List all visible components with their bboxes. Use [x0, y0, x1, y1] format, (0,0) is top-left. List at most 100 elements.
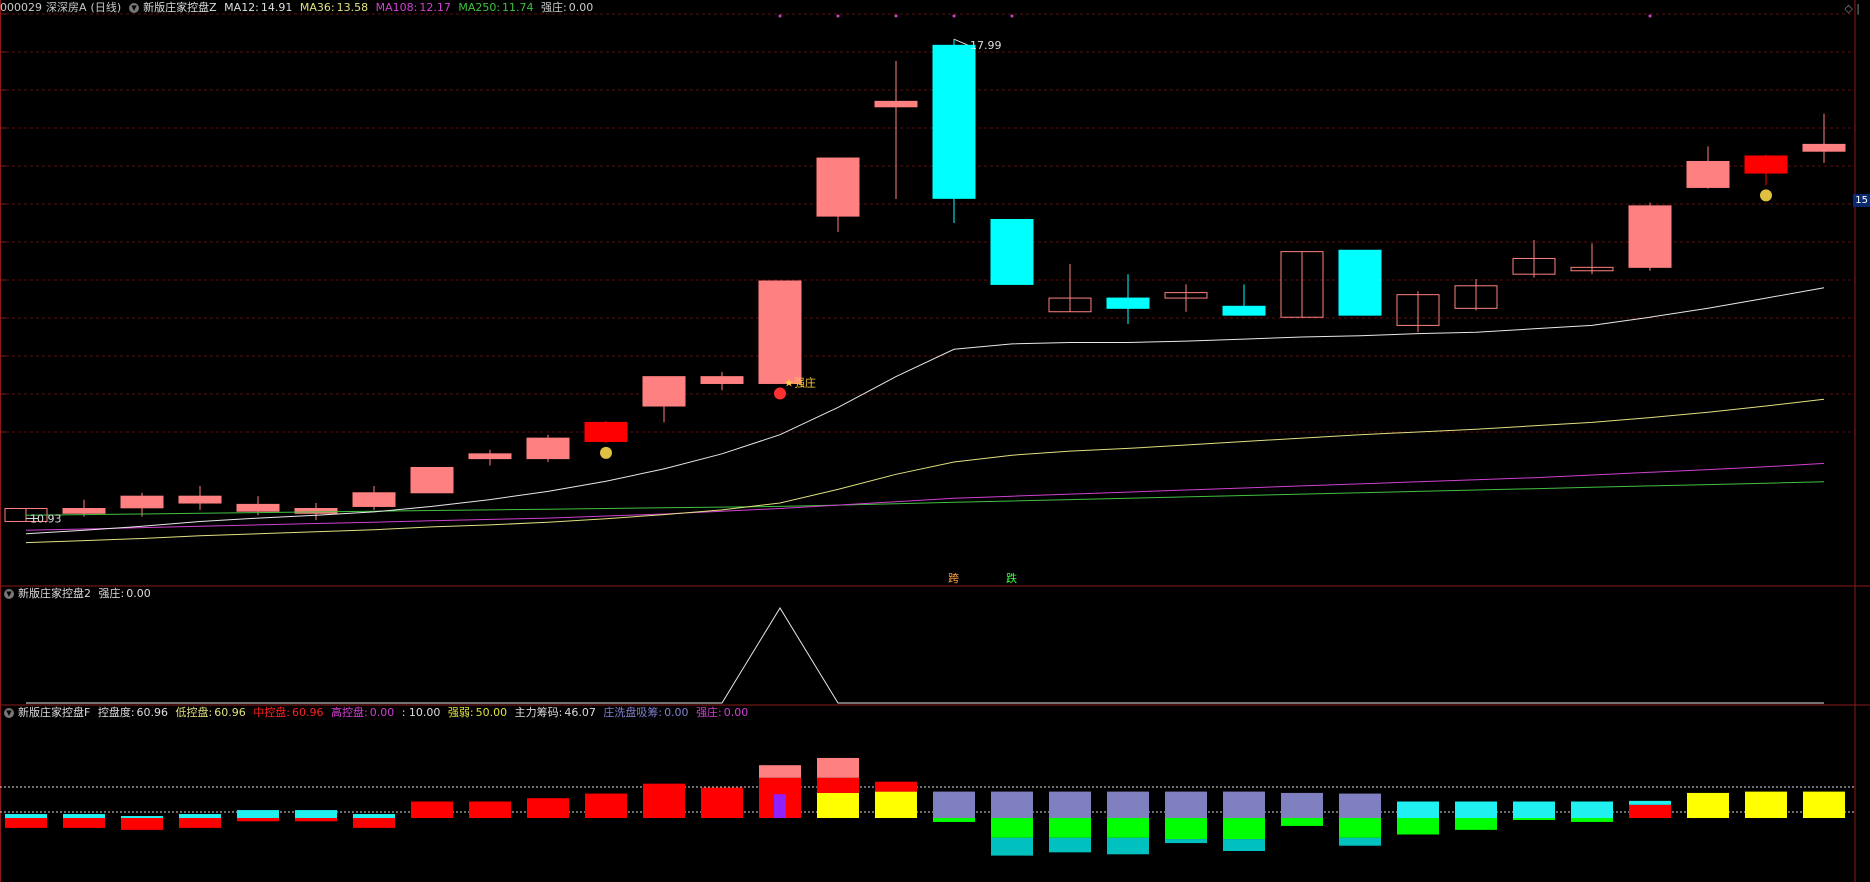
sub2-bar-segment: [933, 791, 975, 818]
sub2-bar-segment: [774, 794, 786, 818]
sub2-bar: [1513, 801, 1555, 820]
candle-body: [352, 492, 396, 507]
sub2-bar-segment: [1107, 818, 1149, 838]
sub2-bar-segment: [1745, 791, 1787, 818]
ma36-value: 13.58: [336, 1, 369, 14]
sub2-bar-segment: [1513, 818, 1555, 820]
qr-label: 强弱:: [447, 706, 474, 719]
sub2-indicator-name[interactable]: 新版庄家控盘F: [18, 706, 90, 719]
sub2-bar-segment: [933, 818, 975, 822]
sub2-bar: [759, 765, 801, 818]
candle: [1396, 291, 1440, 333]
collapse-icon[interactable]: ▼: [4, 589, 14, 599]
sub2-bar-segment: [527, 798, 569, 818]
sub2-bar-segment: [1455, 801, 1497, 818]
candle: [468, 449, 512, 466]
sub2-bar-segment: [759, 765, 801, 778]
ma36-line: [25, 398, 1825, 544]
sub2-bar-segment: [295, 818, 337, 822]
candle: [1048, 263, 1092, 313]
zkp-label: 中控盘:: [253, 706, 290, 719]
kline-chart[interactable]: 17.9910.93★强庄跨跌: [0, 0, 1870, 882]
candle-body: [932, 44, 976, 199]
qz-label: 强庄:: [541, 1, 567, 14]
ma36-label: MA36:: [299, 1, 335, 14]
sub2-bar: [1455, 801, 1497, 830]
sub2-bar-segment: [817, 757, 859, 778]
sub2-bar-segment: [1455, 818, 1497, 830]
candle-body: [990, 219, 1034, 285]
ma12-label: MA12:: [224, 1, 259, 14]
sub2-bar-segment: [1049, 791, 1091, 818]
signal-dot: [1010, 14, 1014, 18]
sub2-bar: [469, 801, 511, 818]
sub2-bar-segment: [1107, 837, 1149, 855]
sub2-bar: [353, 814, 395, 828]
collapse-icon[interactable]: ▼: [129, 3, 140, 13]
high-price-label: 17.99: [970, 39, 1002, 52]
sub2-bar-segment: [1049, 837, 1091, 853]
right-price-tag: 15: [1853, 194, 1870, 207]
ma12-value: 14.91: [260, 1, 293, 14]
candle: [1686, 146, 1730, 189]
indicator-name[interactable]: 新版庄家控盘Z: [143, 1, 217, 14]
sub2-bar-segment: [179, 818, 221, 828]
candle: [1628, 202, 1672, 271]
sub2-bar-segment: [643, 783, 685, 818]
candle: [1222, 284, 1266, 316]
candle: [1744, 154, 1788, 186]
sub2-bar-segment: [1281, 792, 1323, 818]
main-chart-header: 000029 深深房A (日线) ▼ 新版庄家控盘Z MA12: 14.91 MA36: 1…: [0, 0, 597, 16]
candle-body: [1222, 305, 1266, 316]
stock-name: 深深房A: [46, 1, 87, 14]
sub2-bar-segment: [1165, 839, 1207, 844]
sub2-bar-segment: [353, 814, 395, 818]
sub2-bar-segment: [875, 791, 917, 818]
sub2-bar-segment: [701, 787, 743, 818]
candle: [178, 485, 222, 510]
gkp-label: 高控盘:: [330, 706, 368, 719]
sub2-bar: [1281, 792, 1323, 826]
collapse-icon[interactable]: ▼: [4, 708, 14, 718]
sub2-bar: [1107, 791, 1149, 855]
sub2-bar-segment: [237, 810, 279, 818]
sub2-bar: [1745, 791, 1787, 818]
candle-body: [816, 157, 860, 217]
qz-value: 0.00: [568, 1, 594, 14]
sub1-indicator-name[interactable]: 新版庄家控盘2: [18, 587, 91, 600]
sub2-bar: [527, 798, 569, 818]
sub2-bar-segment: [1165, 791, 1207, 818]
sub2-bar-segment: [1281, 818, 1323, 826]
diamond-icon[interactable]: ◇ |: [1844, 2, 1860, 15]
signal-marker-label: 跨: [948, 572, 959, 585]
sub2-bar: [63, 814, 105, 828]
sub2-bar: [179, 814, 221, 828]
money-bag-icon: [600, 446, 612, 459]
candle: [526, 434, 570, 463]
sub1-qz-label: 强庄:: [98, 587, 125, 600]
sub2-bar-segment: [817, 777, 859, 793]
candle-body: [468, 453, 512, 460]
candle: [642, 376, 686, 423]
sub2-bar-segment: [1339, 837, 1381, 846]
signal-dot: [894, 14, 898, 18]
sub2-bar-segment: [237, 818, 279, 822]
candle-body: [874, 100, 918, 108]
signal-dot: [952, 14, 956, 18]
sub2-header: ▼ 新版庄家控盘F 控盘度: 60.96 低控盘: 60.96 中控盘: 60.96 高…: [0, 705, 752, 721]
sub2-bar: [237, 810, 279, 822]
sub2-bar-segment: [1223, 818, 1265, 840]
period-label: (日线): [90, 1, 122, 14]
kpd-value: 60.96: [136, 706, 169, 719]
dkp-value: 60.96: [214, 706, 246, 719]
candle-body: [1744, 155, 1788, 174]
sub2-bar-segment: [1629, 804, 1671, 818]
sub2-bar-segment: [5, 814, 47, 818]
ma108-line: [25, 462, 1825, 531]
candle: [1338, 249, 1382, 316]
sub1-line: [26, 607, 1824, 704]
sub2-bar-segment: [1107, 791, 1149, 818]
ma108-label: MA108:: [375, 1, 418, 14]
sub2-bar-segment: [991, 837, 1033, 856]
candle-body: [120, 495, 164, 509]
